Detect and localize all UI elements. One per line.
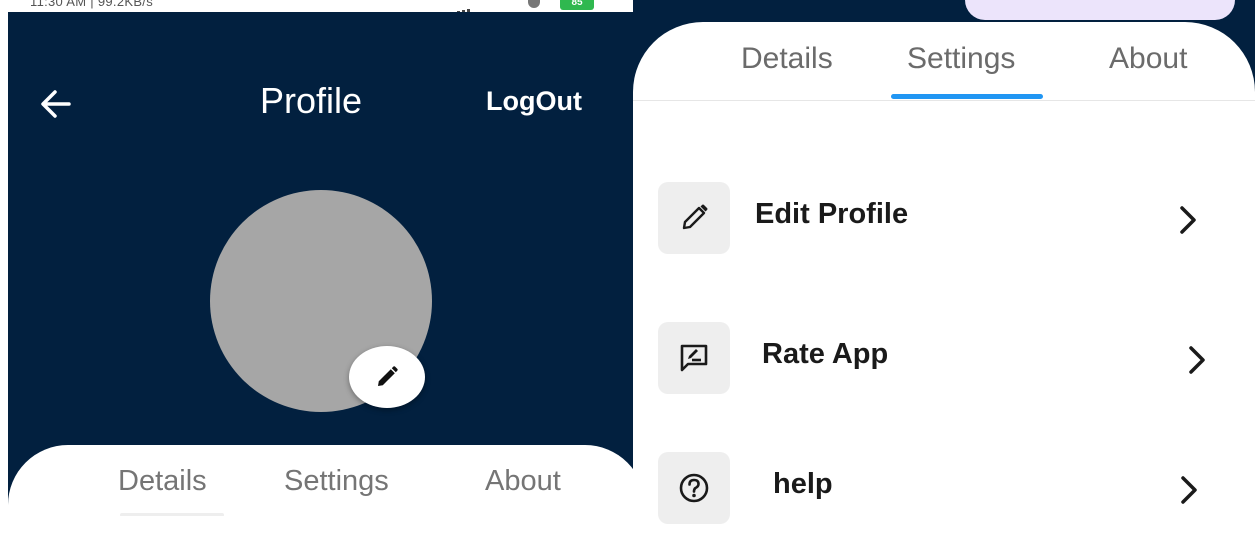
chevron-right-icon xyxy=(1181,476,1197,504)
tab-settings[interactable]: Settings xyxy=(907,42,1015,76)
back-arrow-icon[interactable] xyxy=(38,86,74,122)
chevron-right-icon xyxy=(1189,346,1205,374)
edit-avatar-button[interactable] xyxy=(349,346,425,408)
tab-indicator xyxy=(891,94,1043,99)
chevron-right-icon xyxy=(1180,206,1196,234)
settings-item-label: help xyxy=(773,468,833,500)
screen-edge xyxy=(0,0,8,516)
icon-container xyxy=(658,452,730,524)
settings-item-label: Edit Profile xyxy=(755,198,909,230)
wifi-icon xyxy=(528,0,540,8)
settings-card: Details Settings About Edit Profile Rate… xyxy=(633,22,1255,542)
page-title: Profile xyxy=(260,80,363,121)
status-time: 11:30 AM | 99.2KB/s xyxy=(30,0,154,9)
settings-item-label: Rate App xyxy=(762,338,889,370)
tab-divider xyxy=(633,100,1255,101)
top-pill xyxy=(965,0,1235,20)
help-circle-icon xyxy=(679,473,709,503)
status-bar: 11:30 AM | 99.2KB/s 85 xyxy=(0,0,645,12)
tab-about[interactable]: About xyxy=(1109,42,1187,76)
settings-item-edit-profile[interactable]: Edit Profile xyxy=(633,180,1255,260)
rate-review-icon xyxy=(680,344,708,372)
settings-item-rate-app[interactable]: Rate App xyxy=(633,320,1255,400)
icon-container xyxy=(658,182,730,254)
tab-settings[interactable]: Settings xyxy=(284,465,389,498)
settings-item-help[interactable]: help xyxy=(633,450,1255,530)
profile-screen: 11:30 AM | 99.2KB/s 85 Profile LogOut De… xyxy=(0,0,645,516)
tab-details[interactable]: Details xyxy=(741,42,833,76)
signal-icon xyxy=(452,1,492,12)
settings-screen: Details Settings About Edit Profile Rate… xyxy=(633,0,1255,542)
icon-container xyxy=(658,322,730,394)
pencil-icon xyxy=(682,204,708,230)
tab-details[interactable]: Details xyxy=(118,465,207,498)
bottom-sheet: Details Settings About xyxy=(8,445,645,516)
tab-about[interactable]: About xyxy=(485,465,561,498)
battery-indicator: 85 xyxy=(560,0,594,10)
pencil-icon xyxy=(378,366,398,386)
logout-button[interactable]: LogOut xyxy=(486,86,582,117)
